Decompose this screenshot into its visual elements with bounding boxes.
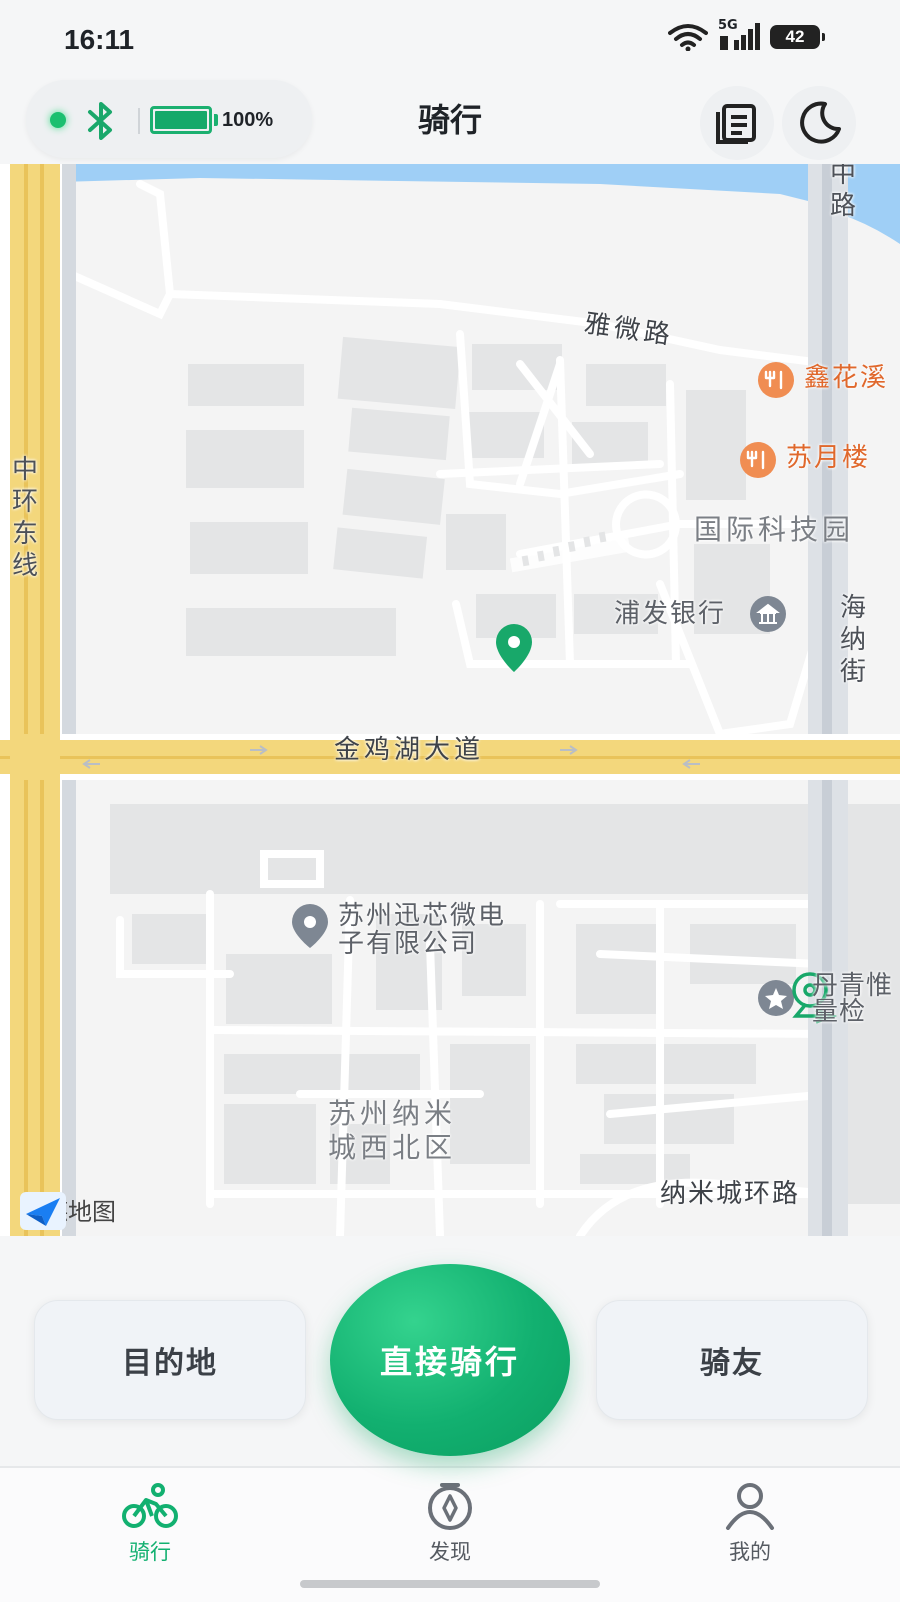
bike-icon	[122, 1483, 178, 1528]
poi-company-line2[interactable]: 子有限公司	[338, 928, 478, 960]
poi-xinhuaxi[interactable]: 鑫花溪	[804, 362, 888, 394]
profile-icon	[726, 1483, 774, 1530]
compass-icon	[428, 1483, 472, 1530]
road-label-nanocity: 纳米城环路	[660, 1179, 801, 1209]
destination-button[interactable]: 目的地	[34, 1300, 306, 1420]
map-canvas[interactable]	[0, 164, 900, 1236]
records-icon	[716, 104, 756, 144]
moon-icon	[800, 101, 841, 144]
road-label-haina: 海纳街	[840, 593, 867, 687]
nav-item-ride[interactable]: 骑行	[80, 1482, 220, 1566]
district-line2: 城西北区	[328, 1131, 457, 1164]
cellular-icon: 5G	[718, 18, 760, 52]
poi-tech-park[interactable]: 国际科技园	[694, 514, 854, 546]
road-label-zhonghuan: 中环东线	[12, 455, 39, 581]
status-bar: 16:11 5G 42	[0, 0, 900, 80]
amap-logo-icon	[20, 1192, 66, 1230]
riders-button[interactable]: 骑友	[596, 1300, 868, 1420]
poi-suyuelou[interactable]: 苏月楼	[786, 442, 870, 474]
nav-label-ride: 骑行	[129, 1540, 171, 1564]
night-mode-button[interactable]	[782, 86, 856, 160]
map-view[interactable]: 雅微路 金鸡湖大道 纳米城环路 中环东线 中路 海纳街 鑫花溪 苏月楼 国际科技…	[0, 164, 900, 1236]
nav-label-me: 我的	[729, 1540, 771, 1564]
wifi-icon	[668, 24, 708, 51]
home-indicator[interactable]	[300, 1580, 600, 1588]
map-attribution: 高德地图	[20, 1192, 116, 1230]
header: 100% 骑行	[0, 80, 900, 164]
poi-bank[interactable]: 浦发银行	[614, 598, 726, 630]
road-label-zhonglu: 中路	[830, 164, 857, 221]
status-icons: 5G 42	[668, 18, 825, 52]
phone-battery: 42	[770, 25, 825, 49]
nav-item-me[interactable]: 我的	[680, 1482, 820, 1566]
road-label-jinjihu: 金鸡湖大道	[334, 735, 485, 765]
district-line1: 苏州纳米	[328, 1097, 457, 1130]
poi-qing-line2[interactable]: 量检	[812, 996, 866, 1028]
records-button[interactable]	[700, 86, 774, 160]
nav-item-discover[interactable]: 发现	[380, 1482, 520, 1566]
ride-now-button[interactable]: 直接骑行	[330, 1264, 570, 1456]
status-time: 16:11	[64, 24, 135, 55]
nav-label-discover: 发现	[429, 1540, 471, 1564]
